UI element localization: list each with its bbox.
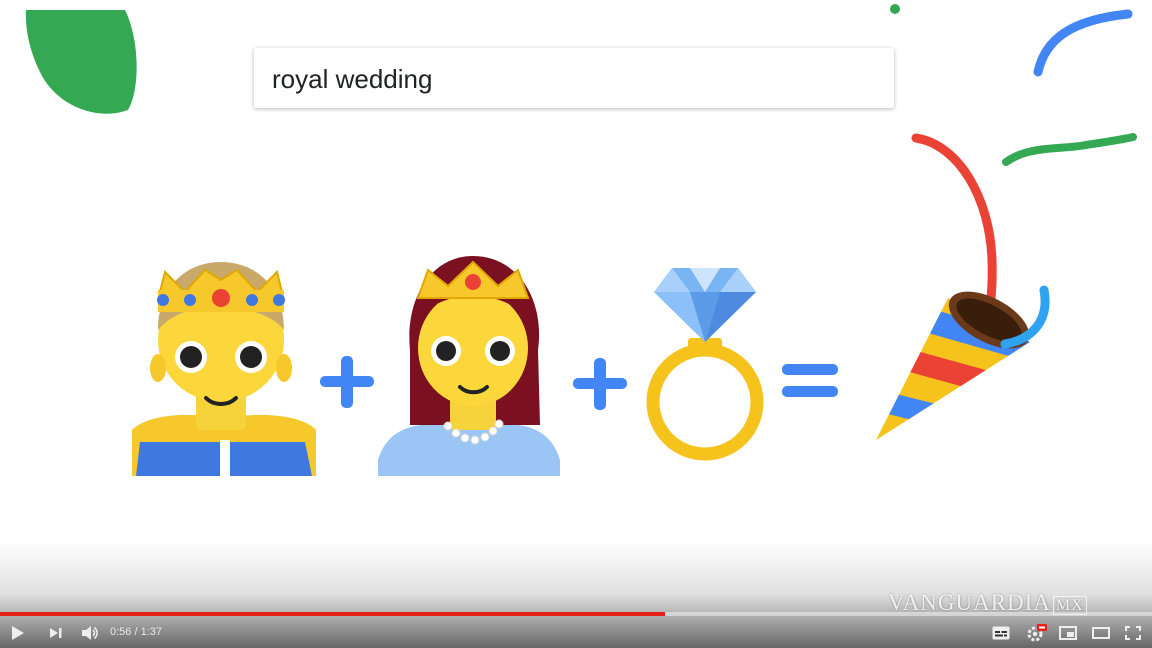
theater-icon: [1092, 627, 1110, 639]
green-dot-shape: [890, 4, 900, 14]
fullscreen-icon: [1125, 626, 1141, 640]
duration: 1:37: [140, 626, 163, 638]
equals-icon: [782, 364, 838, 397]
theater-mode-button[interactable]: [1090, 622, 1112, 644]
settings-icon: [1027, 624, 1047, 642]
green-leaf-shape: [25, 10, 137, 114]
progress-bar-played: [0, 612, 665, 616]
search-box[interactable]: royal wedding: [254, 48, 894, 108]
volume-button[interactable]: [80, 622, 100, 644]
subtitles-button[interactable]: [990, 622, 1012, 644]
blue-streamer-shape: [1033, 9, 1133, 77]
play-button[interactable]: [8, 622, 28, 644]
fullscreen-button[interactable]: [1122, 622, 1144, 644]
volume-icon: [82, 626, 98, 640]
plus-icon: [573, 358, 627, 410]
ring-emoji: [646, 268, 764, 461]
play-icon: [12, 626, 24, 640]
plus-icon: [320, 356, 374, 408]
miniplayer-icon: [1059, 626, 1077, 640]
subtitles-icon: [992, 626, 1010, 640]
current-time: 0:56: [110, 626, 132, 638]
party-popper-emoji: [876, 285, 1050, 440]
progress-bar[interactable]: [0, 612, 1152, 616]
next-icon: [50, 628, 62, 638]
next-button[interactable]: [46, 622, 66, 644]
princess-emoji: [378, 256, 560, 476]
settings-button[interactable]: [1025, 622, 1049, 644]
player-controls: 0:56 / 1:37: [0, 618, 1152, 648]
prince-emoji: [132, 262, 316, 476]
search-query-text: royal wedding: [272, 64, 433, 94]
miniplayer-button[interactable]: [1057, 622, 1079, 644]
video-frame[interactable]: royal wedding VANGUARDIA MX 0:56 / 1:37: [0, 0, 1152, 648]
time-display: 0:56 / 1:37: [110, 626, 162, 638]
green-streamer-shape: [1002, 133, 1137, 166]
time-separator: /: [134, 626, 138, 638]
